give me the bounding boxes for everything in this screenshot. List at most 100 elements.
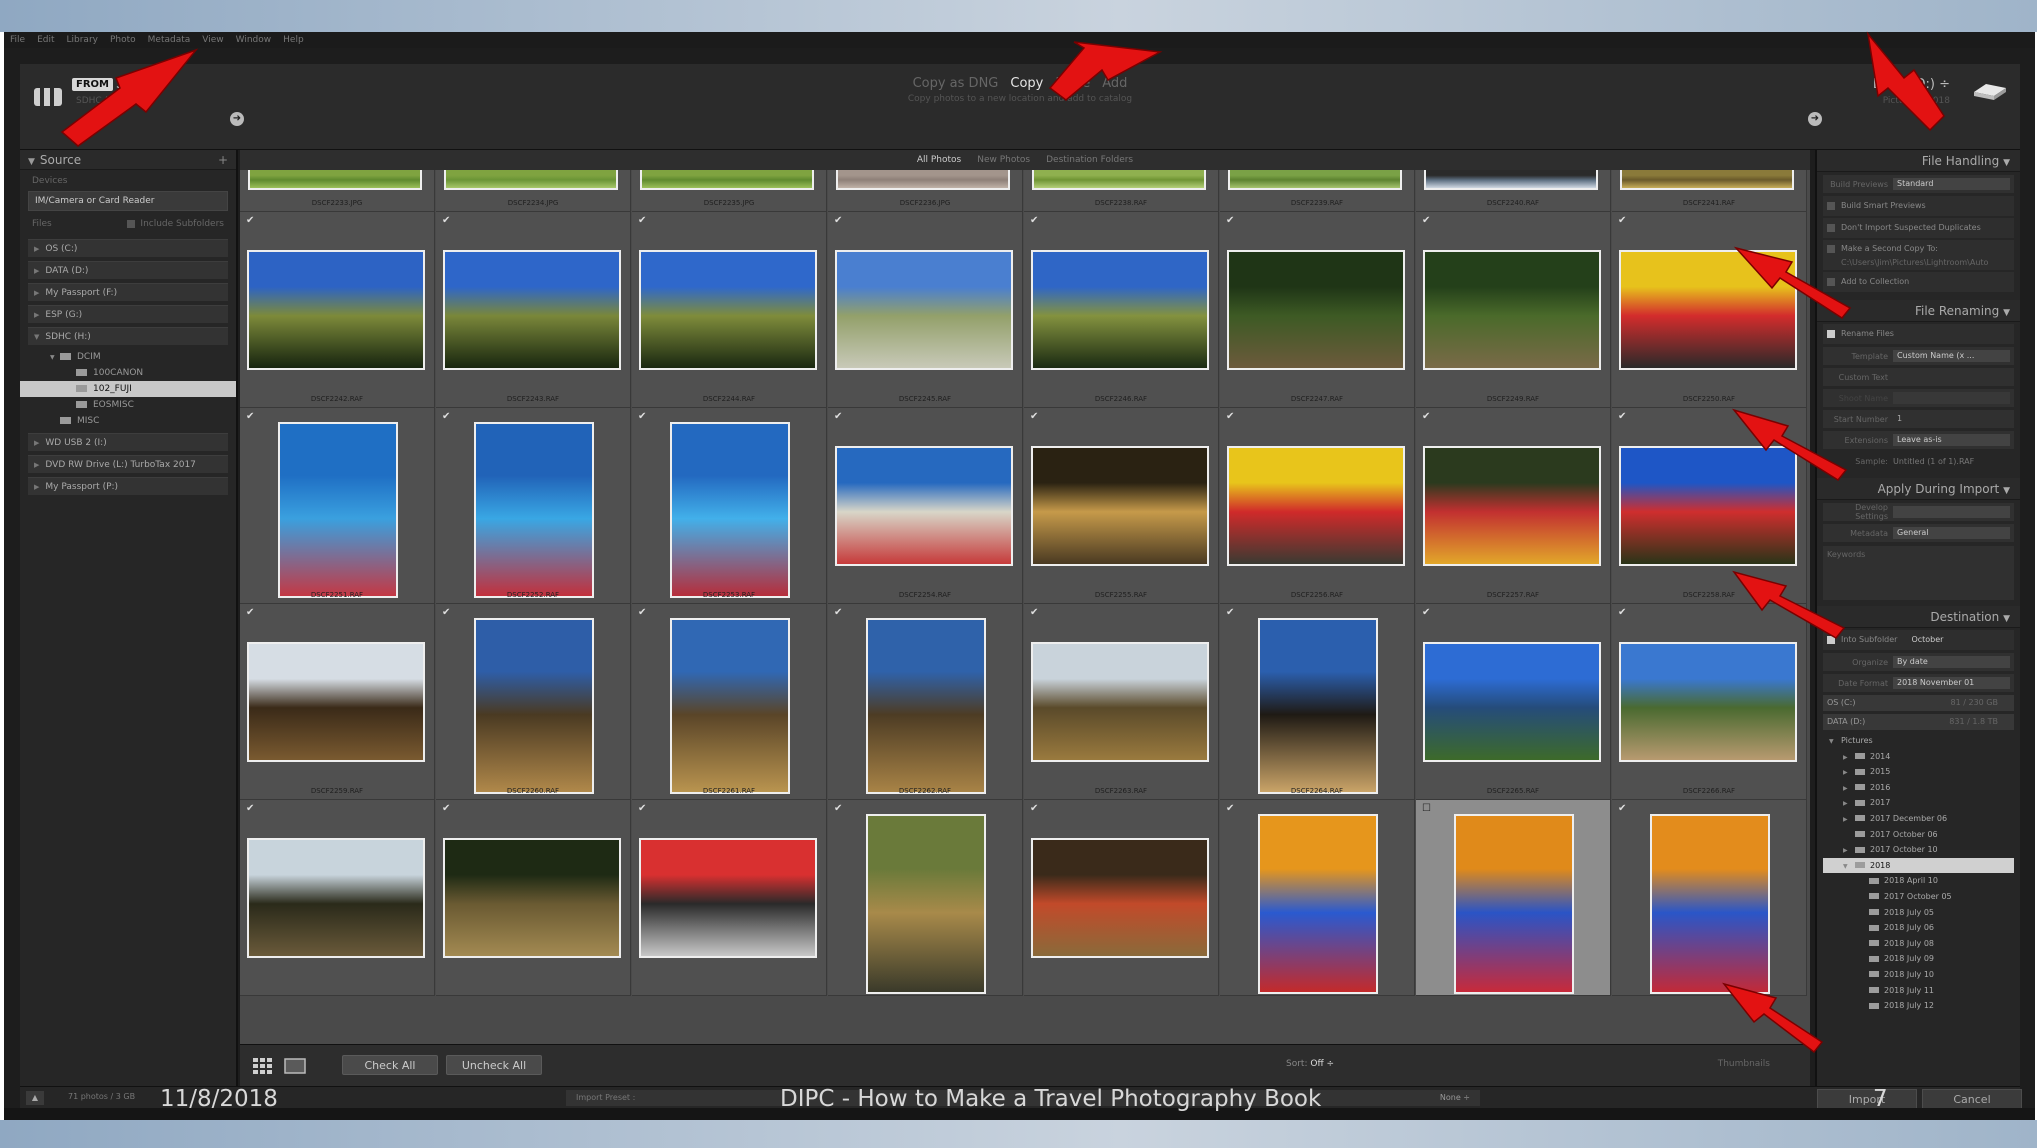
photo-thumbnail[interactable] xyxy=(835,250,1013,370)
thumbnail-cell[interactable]: ✔DSCF2269.RAF xyxy=(632,800,827,996)
start-number-row[interactable]: Start Number 1 xyxy=(1823,410,2014,428)
photo-thumbnail[interactable] xyxy=(1619,250,1797,370)
menu-item[interactable]: Photo xyxy=(110,35,136,45)
destination-name[interactable]: DATA (D:) ÷ xyxy=(1873,77,1950,92)
thumbnail-cell[interactable]: DSCF2233.JPG xyxy=(240,170,435,212)
photo-thumbnail[interactable] xyxy=(1227,250,1405,370)
thumbnail-cell[interactable]: ✔ DSCF2258.RAF xyxy=(1612,408,1807,604)
photo-thumbnail[interactable] xyxy=(1454,814,1574,994)
thumbnail-cell[interactable]: ✔ DSCF2262.RAF xyxy=(828,604,1023,800)
destination-folder[interactable]: 2018 April 10 xyxy=(1823,873,2014,889)
photo-thumbnail[interactable] xyxy=(836,170,1010,190)
destination-folder[interactable]: 2017 October 06 xyxy=(1823,827,2014,843)
sort-control[interactable]: Sort: Off ÷ xyxy=(1286,1059,1334,1069)
shoot-name-row[interactable]: Shoot Name xyxy=(1823,389,2014,407)
template-select[interactable]: Custom Name (x ... xyxy=(1893,350,2010,362)
photo-thumbnail[interactable] xyxy=(1227,446,1405,566)
destination-folder[interactable]: 2018 July 11 xyxy=(1823,983,2014,999)
include-checkbox[interactable]: ✔ xyxy=(1422,216,1432,226)
uncheck-all-button[interactable]: Uncheck All xyxy=(446,1055,542,1075)
destination-folder[interactable]: 2017 October 05 xyxy=(1823,889,2014,905)
tree-triangle-icon[interactable]: ▶ xyxy=(1843,750,1855,766)
extensions-row[interactable]: Extensions Leave as-is xyxy=(1823,431,2014,449)
tree-triangle-icon[interactable]: ▶ xyxy=(1843,781,1855,797)
photo-thumbnail[interactable] xyxy=(1650,814,1770,994)
template-row[interactable]: Template Custom Name (x ... xyxy=(1823,347,2014,365)
thumbnail-cell[interactable]: DSCF2236.JPG xyxy=(828,170,1023,212)
photo-thumbnail[interactable] xyxy=(443,838,621,958)
include-checkbox[interactable]: ✔ xyxy=(1226,608,1236,618)
photo-thumbnail[interactable] xyxy=(443,250,621,370)
custom-text-input[interactable] xyxy=(1893,371,2010,383)
thumbnail-cell[interactable]: ✔ DSCF2261.RAF xyxy=(632,604,827,800)
collapse-triangle-icon[interactable]: ▼ xyxy=(28,157,35,167)
include-checkbox[interactable]: ✔ xyxy=(1030,608,1040,618)
file-handling-header[interactable]: File Handling ▼ xyxy=(1817,150,2020,172)
thumbnail-cell[interactable]: ✔ DSCF2265.RAF xyxy=(1416,604,1611,800)
include-checkbox[interactable]: ✔ xyxy=(638,804,648,814)
photo-thumbnail[interactable] xyxy=(444,170,618,190)
thumbnail-cell[interactable]: ✔ DSCF2246.RAF xyxy=(1024,212,1219,408)
thumbnail-cell[interactable]: ✔ DSCF2260.RAF xyxy=(436,604,631,800)
photo-thumbnail[interactable] xyxy=(1031,838,1209,958)
add-icon[interactable]: + xyxy=(218,150,228,170)
add-to-collection-checkbox[interactable]: Add to Collection xyxy=(1823,272,2014,292)
apply-during-import-header[interactable]: Apply During Import ▼ xyxy=(1817,478,2020,500)
cancel-button[interactable]: Cancel xyxy=(1922,1089,2022,1109)
tree-triangle-icon[interactable]: ▼ xyxy=(1843,859,1855,875)
thumbnail-cell[interactable]: ✔DSCF2274.RAF xyxy=(1612,800,1807,996)
photo-thumbnail[interactable] xyxy=(1423,642,1601,762)
destination-folder[interactable]: 2018 July 09 xyxy=(1823,951,2014,967)
tree-triangle-icon[interactable]: ▶ xyxy=(1843,843,1855,859)
include-checkbox[interactable]: ✔ xyxy=(1030,216,1040,226)
organize-select[interactable]: By date xyxy=(1893,656,2010,668)
expand-triangle-icon[interactable]: ▶ xyxy=(34,483,39,491)
folder-item[interactable]: 100CANON xyxy=(20,365,236,381)
include-checkbox[interactable]: ✔ xyxy=(1618,608,1628,618)
photo-thumbnail[interactable] xyxy=(1423,250,1601,370)
menu-item[interactable]: View xyxy=(202,35,223,45)
include-checkbox[interactable]: ✔ xyxy=(246,412,256,422)
check-all-button[interactable]: Check All xyxy=(342,1055,438,1075)
thumbnail-cell[interactable]: ✔ DSCF2254.RAF xyxy=(828,408,1023,604)
keywords-field[interactable]: Keywords xyxy=(1823,546,2014,600)
volume-item[interactable]: ▶ OS (C:) xyxy=(28,239,228,257)
expand-triangle-icon[interactable]: ▶ xyxy=(34,461,39,469)
include-checkbox[interactable]: ✔ xyxy=(638,608,648,618)
tree-triangle-icon[interactable]: ▼ xyxy=(50,350,60,366)
tree-triangle-icon[interactable]: ▶ xyxy=(1843,765,1855,781)
destination-folder[interactable]: 2018 July 06 xyxy=(1823,920,2014,936)
circle-arrow-left-icon[interactable]: ➜ xyxy=(230,112,244,126)
volume-item[interactable]: ▶ ESP (G:) xyxy=(28,305,228,323)
menu-item[interactable]: Edit xyxy=(37,35,54,45)
destination-folder[interactable]: 2018 July 10 xyxy=(1823,967,2014,983)
rename-files-checkbox[interactable]: Rename Files xyxy=(1823,324,2014,344)
include-checkbox[interactable]: ✔ xyxy=(246,804,256,814)
volume-item[interactable]: ▶ WD USB 2 (I:) xyxy=(28,433,228,451)
mode-copy[interactable]: Copy xyxy=(1010,76,1043,91)
thumbnail-cell[interactable]: ✔DSCF2272.RAF xyxy=(1220,800,1415,996)
tab-all-photos[interactable]: All Photos xyxy=(917,155,961,165)
develop-settings-select[interactable] xyxy=(1893,506,2010,518)
include-checkbox[interactable]: ✔ xyxy=(834,216,844,226)
thumbnail-cell[interactable]: ✔ DSCF2263.RAF xyxy=(1024,604,1219,800)
grid-view-icon[interactable] xyxy=(252,1057,274,1075)
photo-thumbnail[interactable] xyxy=(835,446,1013,566)
source-panel-header[interactable]: ▼ Source + xyxy=(20,150,236,170)
include-checkbox[interactable]: ✔ xyxy=(1030,412,1040,422)
smart-previews-checkbox[interactable]: Build Smart Previews xyxy=(1823,196,2014,216)
include-checkbox[interactable]: ✔ xyxy=(834,412,844,422)
expand-triangle-icon[interactable]: ▲ xyxy=(26,1091,44,1105)
shoot-name-input[interactable] xyxy=(1893,392,2010,404)
include-checkbox[interactable]: ✔ xyxy=(1226,804,1236,814)
include-checkbox[interactable]: ✔ xyxy=(638,216,648,226)
destination-volume[interactable]: OS (C:) 81 / 230 GB xyxy=(1823,695,2014,711)
thumbnail-cell[interactable]: ✔ DSCF2243.RAF xyxy=(436,212,631,408)
include-checkbox[interactable]: ✔ xyxy=(1422,608,1432,618)
photo-thumbnail[interactable] xyxy=(1031,446,1209,566)
circle-arrow-right-icon[interactable]: ➜ xyxy=(1808,112,1822,126)
folder-item[interactable]: MISC xyxy=(20,413,236,429)
include-checkbox[interactable]: ✔ xyxy=(1422,412,1432,422)
thumbnail-cell[interactable]: ✔ DSCF2252.RAF xyxy=(436,408,631,604)
expand-triangle-icon[interactable]: ▼ xyxy=(34,333,39,341)
